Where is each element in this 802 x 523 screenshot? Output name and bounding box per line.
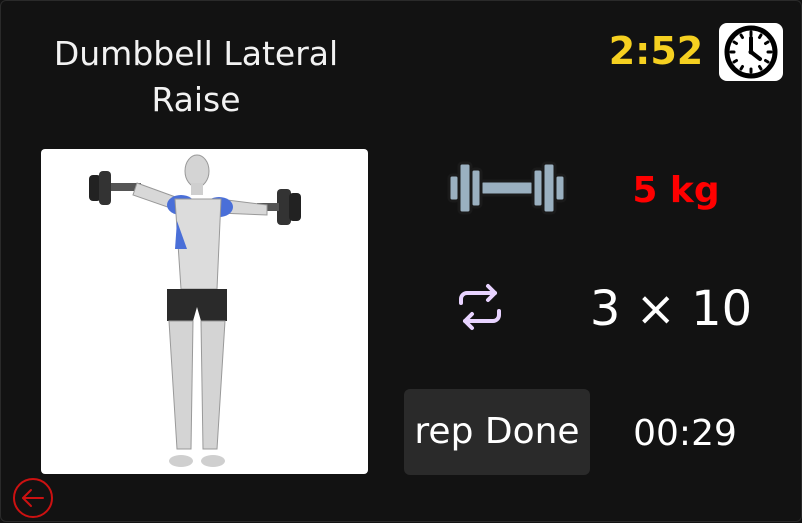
- dumbbell-icon: [447, 159, 567, 221]
- repeat-icon: [457, 283, 503, 335]
- back-arrow-icon: [13, 478, 53, 518]
- session-timer: 2:52: [608, 29, 704, 73]
- clock-icon: [724, 25, 778, 79]
- lateral-raise-figure-icon: [89, 154, 301, 467]
- exercise-illustration: [41, 149, 368, 474]
- back-button[interactable]: [12, 477, 54, 523]
- weight-value: 5 kg: [632, 170, 720, 211]
- exercise-title: Dumbbell Lateral Raise: [53, 34, 339, 119]
- sets-reps-value: 3 × 10: [589, 281, 753, 337]
- rep-done-button[interactable]: rep Done: [404, 389, 590, 475]
- rest-timer: 00:29: [633, 413, 737, 454]
- workout-screen: Dumbbell Lateral Raise 2:52 5 kg 3 × 10 …: [0, 0, 802, 522]
- clock-button[interactable]: [719, 23, 783, 81]
